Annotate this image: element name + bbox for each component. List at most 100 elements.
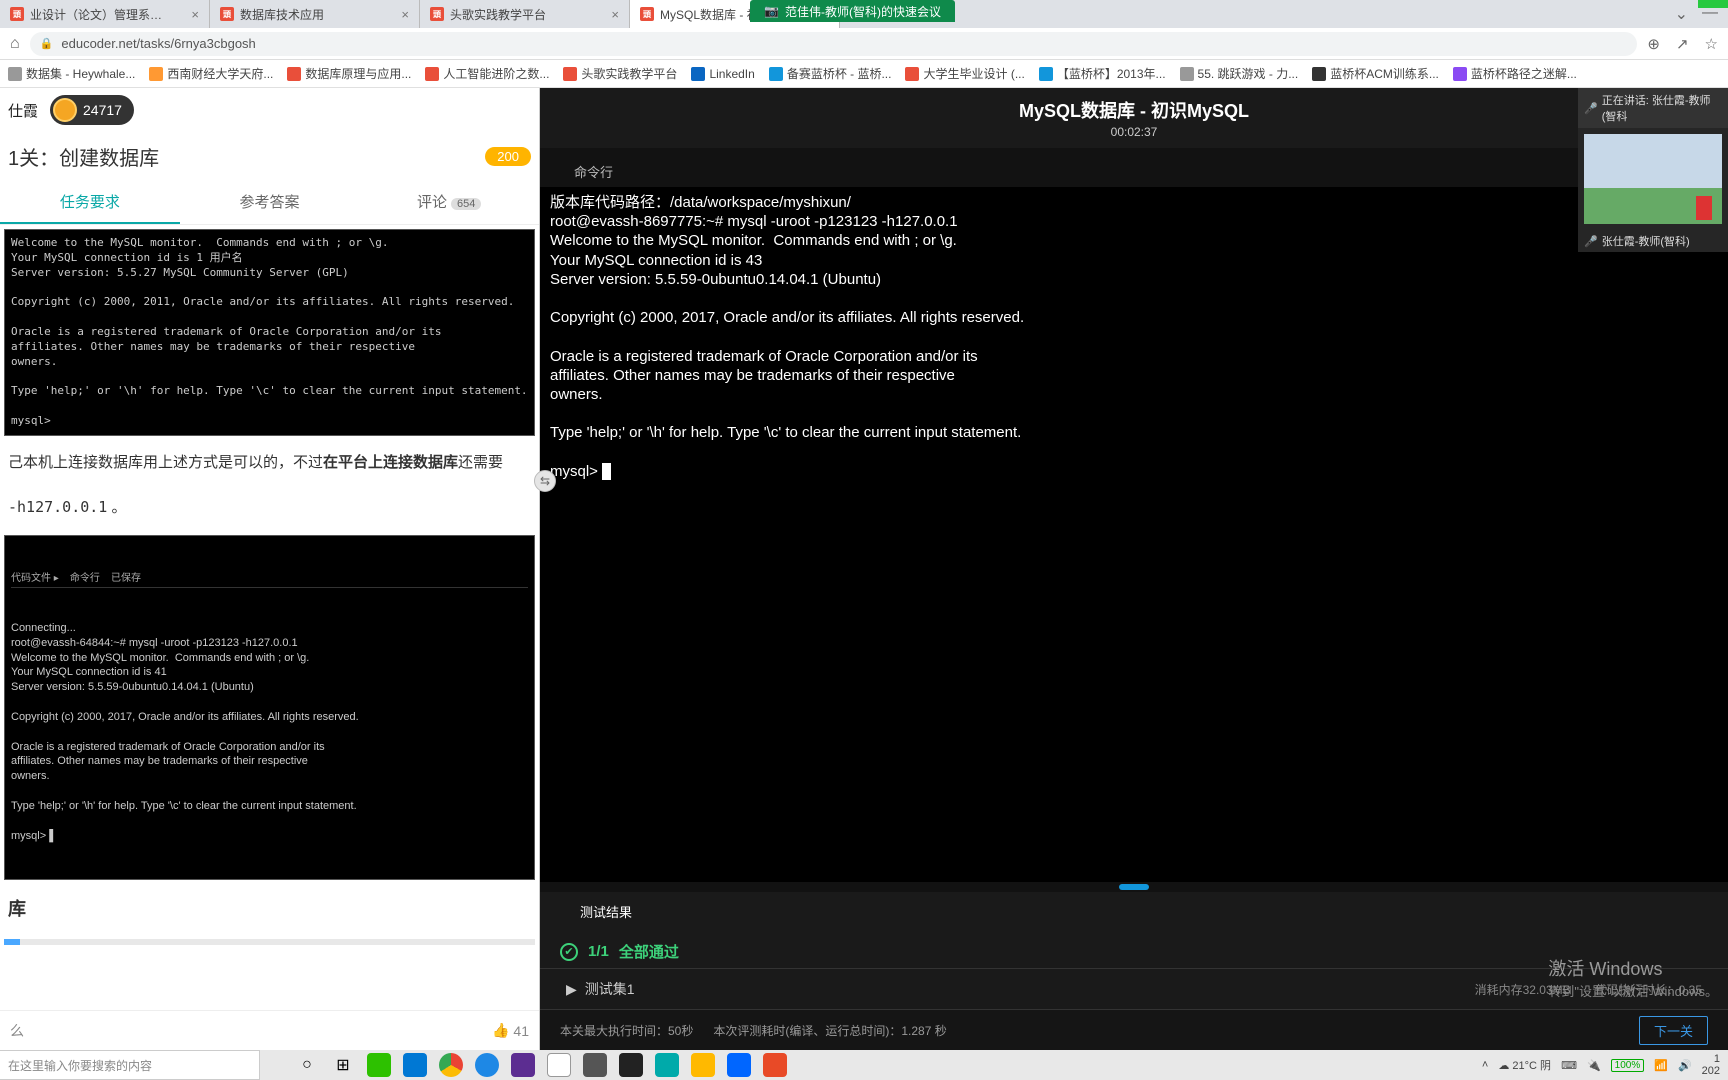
bookmark-3[interactable]: 人工智能进阶之数...: [425, 65, 549, 82]
bm-icon: [691, 67, 705, 81]
pass-label: 全部通过: [619, 941, 679, 962]
collapse-handle[interactable]: ⇆: [534, 470, 556, 492]
terminal-output: 版本库代码路径：/data/workspace/myshixun/ root@e…: [550, 194, 1024, 480]
section-heading: 库: [4, 884, 535, 935]
app-chrome[interactable]: [434, 1051, 468, 1079]
bookmark-10[interactable]: 蓝桥杯ACM训练系...: [1312, 65, 1439, 82]
check-icon: ✔: [560, 943, 578, 961]
points-badge: 200: [485, 147, 531, 166]
tab-terminal[interactable]: 命令行: [564, 156, 623, 187]
app-calendar[interactable]: [542, 1051, 576, 1079]
app-cloud[interactable]: [650, 1051, 684, 1079]
pass-ratio: 1/1: [588, 943, 609, 960]
activate-line1: 激活 Windows: [1548, 955, 1718, 981]
taskbar-search[interactable]: 在这里输入你要搜索的内容: [0, 1050, 260, 1080]
star-icon[interactable]: ☆: [1705, 35, 1718, 53]
next-button[interactable]: 下一关: [1639, 1016, 1708, 1045]
app-other[interactable]: [758, 1051, 792, 1079]
eval-time: 本次评测耗时(编译、运行总时间)：1.287 秒: [713, 1022, 946, 1039]
tab-answer[interactable]: 参考答案: [180, 181, 360, 224]
url-field[interactable]: 🔒 educoder.net/tasks/6rnya3cbgosh: [30, 32, 1638, 56]
browser-tab-2[interactable]: 頭头歌实践教学平台×: [420, 0, 630, 28]
chevron-up-icon[interactable]: ˄: [1482, 1059, 1488, 1071]
paragraph: 己本机上连接数据库用上述方式是可以的，不过在平台上连接数据库还需要: [4, 440, 535, 486]
video-thumbnail[interactable]: [1584, 134, 1722, 224]
volume-icon[interactable]: 🔊: [1678, 1059, 1692, 1072]
bookmark-0[interactable]: 数据集 - Heywhale...: [8, 65, 135, 82]
chevron-right-icon: ▶: [566, 981, 577, 998]
camera-icon: 📷: [764, 4, 779, 18]
footer-label: 么: [10, 1021, 24, 1041]
example-terminal-1: Welcome to the MySQL monitor. Commands e…: [4, 229, 535, 436]
bm-icon: [769, 67, 783, 81]
lock-icon: 🔒: [40, 37, 54, 50]
app-wechat[interactable]: [362, 1051, 396, 1079]
tab-requirements[interactable]: 任务要求: [0, 181, 180, 224]
share-icon[interactable]: ↗: [1676, 35, 1689, 53]
search-icon[interactable]: ⊕: [1647, 35, 1660, 53]
meeting-title: 范佳伟-教师(智科)的快速会议: [785, 3, 941, 20]
stage-label: 1关：创建数据库: [8, 142, 159, 171]
clock-time: 1: [1714, 1053, 1720, 1065]
workspace-timer: 00:02:37: [1111, 125, 1158, 139]
browser-tab-1[interactable]: 頭数据库技术应用×: [210, 0, 420, 28]
close-icon[interactable]: ×: [401, 7, 409, 22]
bookmark-1[interactable]: 西南财经大学天府...: [149, 65, 273, 82]
task-tabs: 任务要求 参考答案 评论654: [0, 181, 539, 225]
meeting-title-bar[interactable]: 📷 范佳伟-教师(智科)的快速会议: [750, 0, 955, 22]
cursor: [602, 463, 611, 480]
keyboard-icon[interactable]: ⌨: [1561, 1059, 1577, 1072]
window-restore-strip: [1698, 0, 1728, 8]
app-term[interactable]: [614, 1051, 648, 1079]
bookmark-11[interactable]: 蓝桥杯路径之迷解...: [1453, 65, 1577, 82]
browser-tab-0[interactable]: 頭业设计（论文）管理系…×: [0, 0, 210, 28]
video-call-panel[interactable]: 🎤 正在讲话: 张仕霞-教师(智科 🎤 张仕霞-教师(智科): [1578, 88, 1728, 252]
bookmark-8[interactable]: 【蓝桥杯】2013年...: [1039, 65, 1166, 82]
task-body[interactable]: Welcome to the MySQL monitor. Commands e…: [0, 225, 539, 1010]
workspace-panel: MySQL数据库 - 初识MySQL 00:02:37 命令行 版本库代码路径：…: [540, 88, 1728, 1050]
tab-dropdown-icon[interactable]: ⌄: [1675, 4, 1688, 24]
app-explorer[interactable]: [686, 1051, 720, 1079]
terminal[interactable]: 版本库代码路径：/data/workspace/myshixun/ root@e…: [540, 187, 1728, 882]
favicon-3: 頭: [640, 7, 654, 21]
app-edge[interactable]: [398, 1051, 432, 1079]
wifi-icon[interactable]: 📶: [1654, 1059, 1668, 1072]
clock-date: 202: [1702, 1065, 1720, 1077]
bm-icon: [8, 67, 22, 81]
progress-bar: [4, 939, 535, 945]
close-icon[interactable]: ×: [191, 7, 199, 22]
coin-badge[interactable]: 24717: [50, 95, 134, 125]
bookmark-7[interactable]: 大学生毕业设计 (...: [905, 65, 1024, 82]
coin-count: 24717: [83, 102, 122, 118]
tab-label-1: 数据库技术应用: [240, 6, 324, 23]
bookmark-5[interactable]: LinkedIn: [691, 67, 754, 81]
start-icon[interactable]: ○: [290, 1051, 324, 1079]
favicon-2: 頭: [430, 7, 444, 21]
results-tab[interactable]: 测试结果: [540, 892, 1728, 931]
app-tools[interactable]: [578, 1051, 612, 1079]
like-button[interactable]: 👍41: [492, 1022, 529, 1039]
weather[interactable]: ☁ 21°C 阴: [1498, 1057, 1551, 1073]
bookmark-4[interactable]: 头歌实践教学平台: [563, 65, 677, 82]
address-bar: ⌂ 🔒 educoder.net/tasks/6rnya3cbgosh ⊕ ↗ …: [0, 28, 1728, 60]
bookmark-6[interactable]: 备赛蓝桥杯 - 蓝桥...: [769, 65, 892, 82]
close-icon[interactable]: ×: [611, 7, 619, 22]
mic-icon: 🎤: [1584, 235, 1598, 248]
tab-comments[interactable]: 评论654: [359, 181, 539, 224]
username: 仕霞: [8, 100, 38, 121]
bookmark-9[interactable]: 55. 跳跃游戏 - 力...: [1180, 65, 1299, 82]
bookmark-2[interactable]: 数据库原理与应用...: [287, 65, 411, 82]
video-footer: 🎤 张仕霞-教师(智科): [1578, 230, 1728, 252]
bm-icon: [905, 67, 919, 81]
task-view-icon[interactable]: ⊞: [326, 1051, 360, 1079]
splitter-handle[interactable]: [540, 882, 1728, 892]
system-tray[interactable]: ˄ ☁ 21°C 阴 ⌨ 🔌 100% 📶 🔊 1202: [1474, 1053, 1728, 1077]
app-meeting[interactable]: [722, 1051, 756, 1079]
bm-icon: [287, 67, 301, 81]
home-icon[interactable]: ⌂: [10, 35, 20, 53]
bm-icon: [1312, 67, 1326, 81]
app-vs[interactable]: [506, 1051, 540, 1079]
video-name: 张仕霞-教师(智科): [1602, 233, 1690, 249]
app-ie[interactable]: [470, 1051, 504, 1079]
testset-label: 测试集1: [585, 979, 635, 999]
